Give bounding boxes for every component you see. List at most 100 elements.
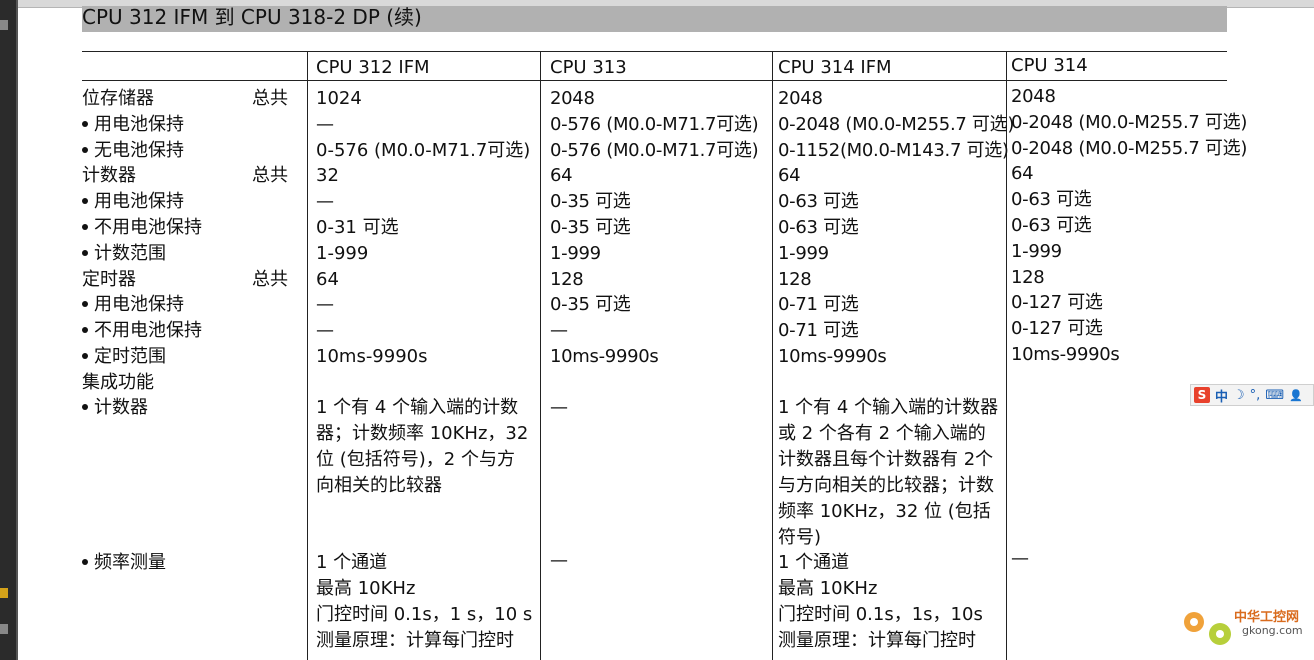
table-cell: 0-2048 (M0.0-M255.7 可选) bbox=[1011, 112, 1248, 133]
row-label-text: 频率测量 bbox=[94, 552, 166, 573]
text-line: 测量原理：计算每门控时 bbox=[778, 630, 976, 651]
ime-toolbar[interactable]: S 中 ☽ °, ⌨ 👤 bbox=[1190, 384, 1314, 406]
table-header-rule bbox=[82, 80, 1227, 81]
table-row: 计数器 总共 32 64 64 64 bbox=[0, 163, 1314, 189]
bullet-dot bbox=[82, 224, 88, 230]
row-label: 不用电池保持 bbox=[82, 215, 202, 241]
table-cell: 10ms-9990s bbox=[778, 346, 887, 367]
table-row: 不用电池保持 — — 0-71 可选 0-127 可选 bbox=[0, 318, 1314, 344]
table-cell: 1024 bbox=[316, 88, 362, 109]
bullet-dot bbox=[82, 327, 88, 333]
row-label: 无电池保持 bbox=[82, 138, 184, 164]
table-cell: 0-63 可选 bbox=[778, 217, 859, 238]
row-total-label: 总共 bbox=[252, 269, 288, 290]
table-cell: 0-576 (M0.0-M71.7可选) bbox=[316, 140, 531, 161]
row-label-text: 计数范围 bbox=[94, 243, 166, 264]
text-line: 最高 10KHz bbox=[778, 578, 878, 599]
ime-language-toggle[interactable]: 中 bbox=[1215, 386, 1228, 405]
cell-frequency-cpu312ifm: 1 个通道 最高 10KHz 门控时间 0.1s，1 s，10 s 测量原理：计… bbox=[316, 550, 532, 654]
table-cell: 2048 bbox=[1011, 86, 1056, 107]
row-label-frequency: 频率测量 bbox=[82, 550, 166, 576]
table-cell: 64 bbox=[778, 165, 801, 186]
bullet-dot bbox=[82, 250, 88, 256]
sidebar-marker-icon[interactable] bbox=[0, 20, 8, 30]
table-cell: 2048 bbox=[550, 88, 595, 109]
watermark-text: 中华工控网 bbox=[1234, 610, 1300, 625]
table-cell: 0-2048 (M0.0-M255.7 可选) bbox=[778, 114, 1015, 135]
table-row: 定时范围 10ms-9990s 10ms-9990s 10ms-9990s 10ms-9… bbox=[0, 344, 1314, 370]
table-row: 用电池保持 — 0-35 可选 0-71 可选 0-127 可选 bbox=[0, 292, 1314, 318]
sogou-logo-icon[interactable]: S bbox=[1194, 387, 1210, 403]
row-label: 集成功能 bbox=[82, 370, 154, 396]
table-cell: 0-127 可选 bbox=[1011, 318, 1103, 339]
sidebar-marker-icon[interactable] bbox=[0, 588, 8, 598]
table-cell: — bbox=[316, 191, 334, 212]
table-cell: — bbox=[316, 114, 334, 135]
table-cell: 0-1152(M0.0-M143.7 可选) bbox=[778, 140, 1009, 161]
row-label-text: 用电池保持 bbox=[94, 114, 184, 135]
row-label-text: 计数器 bbox=[82, 165, 136, 186]
table-row: 用电池保持 — 0-35 可选 0-63 可选 0-63 可选 bbox=[0, 189, 1314, 215]
text-line: 测量原理：计算每门控时 bbox=[316, 630, 514, 651]
table-cell: 64 bbox=[550, 165, 573, 186]
watermark-url: gkong.com bbox=[1242, 624, 1303, 637]
table-cell: 0-35 可选 bbox=[550, 217, 631, 238]
row-label-text: 不用电池保持 bbox=[94, 320, 202, 341]
row-label: 用电池保持 bbox=[82, 292, 184, 318]
bullet-dot bbox=[82, 147, 88, 153]
table-cell: 128 bbox=[550, 269, 584, 290]
cell-frequency-cpu314: — bbox=[1011, 548, 1029, 569]
cell-frequency-cpu314ifm: 1 个通道 最高 10KHz 门控时间 0.1s，1s，10s 测量原理：计算每… bbox=[778, 550, 983, 654]
table-cell: — bbox=[550, 320, 568, 341]
column-header-cpu312ifm: CPU 312 IFM bbox=[316, 57, 430, 78]
row-label-text: 定时器 bbox=[82, 269, 136, 290]
row-label-counter: 计数器 bbox=[82, 395, 148, 421]
table-cell: 0-63 可选 bbox=[778, 191, 859, 212]
table-cell: 10ms-9990s bbox=[1011, 344, 1120, 365]
text-line: 门控时间 0.1s，1s，10s bbox=[778, 604, 983, 625]
table-cell: 0-35 可选 bbox=[550, 294, 631, 315]
row-label-text: 计数器 bbox=[94, 397, 148, 418]
text-line: 1 个通道 bbox=[316, 552, 388, 573]
table-cell: 0-2048 (M0.0-M255.7 可选) bbox=[1011, 138, 1248, 159]
user-icon[interactable]: 👤 bbox=[1289, 389, 1303, 402]
row-label: 定时器 bbox=[82, 267, 136, 293]
table-row: 无电池保持 0-576 (M0.0-M71.7可选) 0-576 (M0.0-M71… bbox=[0, 138, 1314, 164]
table-cell: 10ms-9990s bbox=[550, 346, 659, 367]
cell-counter-cpu313: — bbox=[550, 397, 568, 418]
table-cell: 1-999 bbox=[550, 243, 601, 264]
row-label-text: 定时范围 bbox=[94, 346, 166, 367]
row-total-label: 总共 bbox=[252, 88, 288, 109]
row-label: 不用电池保持 bbox=[82, 318, 202, 344]
table-cell: 64 bbox=[316, 269, 339, 290]
moon-icon[interactable]: ☽ bbox=[1233, 388, 1245, 403]
table-row: 用电池保持 — 0-576 (M0.0-M71.7可选) 0-2048 (M0.0-M… bbox=[0, 112, 1314, 138]
row-label: 定时范围 bbox=[82, 344, 166, 370]
bullet-dot bbox=[82, 198, 88, 204]
table-cell: 0-63 可选 bbox=[1011, 189, 1092, 210]
table-cell: 128 bbox=[778, 269, 812, 290]
row-label: 用电池保持 bbox=[82, 112, 184, 138]
table-cell: 0-127 可选 bbox=[1011, 292, 1103, 313]
bullet-dot bbox=[82, 353, 88, 359]
row-label: 位存储器 bbox=[82, 86, 154, 112]
bullet-dot bbox=[82, 559, 88, 565]
row-label-text: 无电池保持 bbox=[94, 140, 184, 161]
sidebar-marker-icon[interactable] bbox=[0, 624, 8, 634]
row-label-text: 集成功能 bbox=[82, 372, 154, 393]
row-label-text: 用电池保持 bbox=[94, 191, 184, 212]
table-cell: 128 bbox=[1011, 267, 1045, 288]
table-cell: 0-71 可选 bbox=[778, 294, 859, 315]
keyboard-icon[interactable]: ⌨ bbox=[1265, 388, 1284, 403]
text-line: 最高 10KHz bbox=[316, 578, 416, 599]
table-cell: 0-35 可选 bbox=[550, 191, 631, 212]
column-header-cpu314: CPU 314 bbox=[1011, 55, 1088, 76]
row-label-text: 位存储器 bbox=[82, 88, 154, 109]
cell-counter-cpu312ifm: 1 个有 4 个输入端的计数器；计数频率 10KHz，32 位 (包括符号)，2… bbox=[316, 397, 529, 496]
table-cell: 0-71 可选 bbox=[778, 320, 859, 341]
table-cell: 10ms-9990s bbox=[316, 346, 428, 367]
table-top-rule bbox=[82, 51, 1227, 52]
punctuation-icon[interactable]: °, bbox=[1250, 388, 1261, 403]
cell-frequency-cpu313: — bbox=[550, 550, 568, 571]
row-total-label: 总共 bbox=[252, 165, 288, 186]
